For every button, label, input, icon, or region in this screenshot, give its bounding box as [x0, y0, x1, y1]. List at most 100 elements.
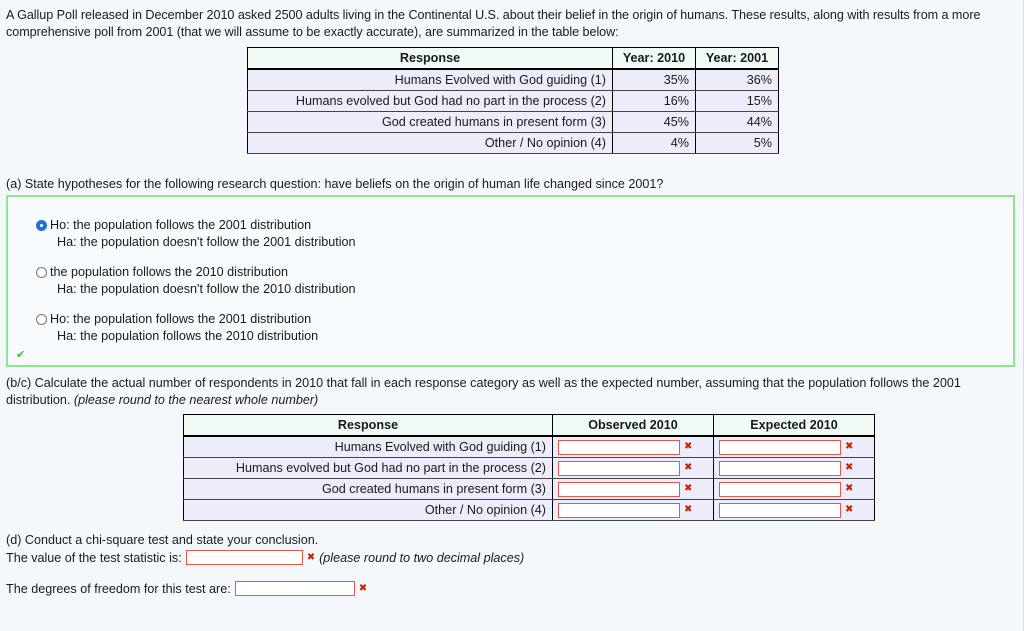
cell-year-2001: 15%	[695, 90, 779, 112]
observed-expected-table-wrapper: Response Observed 2010 Expected 2010 Hum…	[6, 414, 1012, 521]
cell-year-2010: 45%	[612, 111, 696, 133]
degrees-of-freedom-label: The degrees of freedom for this test are…	[6, 581, 231, 596]
test-statistic-input[interactable]	[185, 550, 303, 565]
observed-expected-table: Response Observed 2010 Expected 2010 Hum…	[183, 414, 875, 521]
observed-input-2[interactable]	[558, 460, 680, 476]
cell-year-2010: 16%	[612, 90, 696, 112]
observed-input-group-4: ✖	[558, 502, 693, 518]
radio-button-option-3[interactable]	[36, 314, 47, 325]
radio-button-option-1[interactable]	[36, 220, 47, 231]
cell-response: Humans Evolved with God guiding (1)	[183, 435, 553, 458]
test-statistic-row: The value of the test statistic is: ✖ (p…	[6, 550, 1012, 565]
table-row: God created humans in present form (3) ✖…	[183, 478, 875, 500]
column-header-response: Response	[247, 47, 613, 70]
required-marker-icon: ✖	[845, 504, 854, 515]
column-header-expected-2010: Expected 2010	[713, 414, 875, 437]
expected-input-3[interactable]	[719, 481, 841, 497]
cell-response: Other / No opinion (4)	[247, 132, 613, 154]
table-header-row: Response Year: 2010 Year: 2001	[247, 47, 779, 70]
question-bc-prompt: (b/c) Calculate the actual number of res…	[6, 375, 1012, 409]
option-2-line-2: Ha: the population doesn't follow the 20…	[57, 282, 356, 296]
cell-observed: ✖	[552, 457, 714, 479]
option-1-line-1: Ho: the population follows the 2001 dist…	[50, 218, 312, 232]
expected-input-group-4: ✖	[719, 502, 854, 518]
radio-option-1-text: Ho: the population follows the 2001 dist…	[50, 217, 356, 251]
required-marker-icon: ✖	[845, 441, 854, 452]
table-row: Other / No opinion (4) 4% 5%	[247, 132, 779, 154]
table-row: Humans Evolved with God guiding (1) ✖ ✖	[183, 435, 875, 458]
cell-response: Other / No opinion (4)	[183, 499, 553, 521]
cell-response: Humans Evolved with God guiding (1)	[247, 68, 613, 91]
radio-option-1[interactable]: Ho: the population follows the 2001 dist…	[36, 197, 1013, 251]
radio-option-2-text: the population follows the 2010 distribu…	[50, 264, 356, 298]
cell-observed: ✖	[552, 435, 714, 458]
cell-response: Humans evolved but God had no part in th…	[247, 90, 613, 112]
observed-input-group-2: ✖	[558, 460, 693, 476]
expected-input-1[interactable]	[719, 439, 841, 455]
option-2-line-1: the population follows the 2010 distribu…	[50, 265, 289, 279]
observed-input-4[interactable]	[558, 502, 680, 518]
cell-expected: ✖	[713, 499, 875, 521]
table-row: Humans evolved but God had no part in th…	[183, 457, 875, 479]
cell-response: Humans evolved but God had no part in th…	[183, 457, 553, 479]
question-bc-hint: (please round to the nearest whole numbe…	[73, 393, 319, 407]
cell-year-2001: 36%	[695, 68, 779, 91]
cell-observed: ✖	[552, 499, 714, 521]
observed-input-group-3: ✖	[558, 481, 693, 497]
table-row: Other / No opinion (4) ✖ ✖	[183, 499, 875, 521]
required-marker-icon: ✖	[358, 582, 368, 594]
column-header-year-2010: Year: 2010	[612, 47, 696, 70]
cell-expected: ✖	[713, 478, 875, 500]
expected-input-4[interactable]	[719, 502, 841, 518]
cell-year-2001: 44%	[695, 111, 779, 133]
expected-input-group-2: ✖	[719, 460, 854, 476]
degrees-of-freedom-input[interactable]	[234, 581, 355, 596]
expected-input-2[interactable]	[719, 460, 841, 476]
worksheet-page: A Gallup Poll released in December 2010 …	[0, 0, 1024, 596]
column-header-response: Response	[183, 414, 553, 437]
option-3-line-2: Ha: the population follows the 2010 dist…	[57, 329, 319, 343]
poll-table-wrapper: Response Year: 2010 Year: 2001 Humans Ev…	[6, 47, 1012, 154]
table-row: God created humans in present form (3) 4…	[247, 111, 779, 133]
correct-checkmark-icon: ✔	[16, 348, 26, 361]
required-marker-icon: ✖	[684, 441, 693, 452]
cell-response: God created humans in present form (3)	[247, 111, 613, 133]
cell-year-2010: 35%	[612, 68, 696, 91]
table-header-row: Response Observed 2010 Expected 2010	[183, 414, 875, 437]
cell-observed: ✖	[552, 478, 714, 500]
test-statistic-hint: (please round to two decimal places)	[319, 550, 525, 565]
column-header-observed-2010: Observed 2010	[552, 414, 714, 437]
cell-year-2010: 4%	[612, 132, 696, 154]
required-marker-icon: ✖	[684, 462, 693, 473]
radio-option-3[interactable]: Ho: the population follows the 2001 dist…	[36, 298, 1013, 345]
intro-paragraph: A Gallup Poll released in December 2010 …	[6, 8, 981, 39]
degrees-of-freedom-row: The degrees of freedom for this test are…	[6, 581, 1012, 596]
expected-input-group-1: ✖	[719, 439, 854, 455]
option-1-line-2: Ha: the population doesn't follow the 20…	[57, 235, 356, 249]
required-marker-icon: ✖	[306, 551, 316, 563]
poll-results-table: Response Year: 2010 Year: 2001 Humans Ev…	[247, 47, 779, 154]
cell-year-2001: 5%	[695, 132, 779, 154]
required-marker-icon: ✖	[684, 504, 693, 515]
required-marker-icon: ✖	[845, 483, 854, 494]
radio-option-2[interactable]: the population follows the 2010 distribu…	[36, 251, 1013, 298]
observed-input-group-1: ✖	[558, 439, 693, 455]
question-a-prompt: (a) State hypotheses for the following r…	[6, 177, 664, 191]
question-a-answer-box: Ho: the population follows the 2001 dist…	[6, 195, 1015, 367]
required-marker-icon: ✖	[684, 483, 693, 494]
column-header-year-2001: Year: 2001	[695, 47, 779, 70]
table-row: Humans Evolved with God guiding (1) 35% …	[247, 68, 779, 91]
cell-expected: ✖	[713, 457, 875, 479]
radio-button-option-2[interactable]	[36, 267, 47, 278]
radio-option-3-text: Ho: the population follows the 2001 dist…	[50, 311, 318, 345]
option-3-line-1: Ho: the population follows the 2001 dist…	[50, 312, 312, 326]
question-d-prompt: (d) Conduct a chi-square test and state …	[6, 533, 319, 547]
required-marker-icon: ✖	[845, 462, 854, 473]
observed-input-3[interactable]	[558, 481, 680, 497]
table-row: Humans evolved but God had no part in th…	[247, 90, 779, 112]
cell-response: God created humans in present form (3)	[183, 478, 553, 500]
observed-input-1[interactable]	[558, 439, 680, 455]
expected-input-group-3: ✖	[719, 481, 854, 497]
cell-expected: ✖	[713, 435, 875, 458]
test-statistic-label: The value of the test statistic is:	[6, 550, 182, 565]
